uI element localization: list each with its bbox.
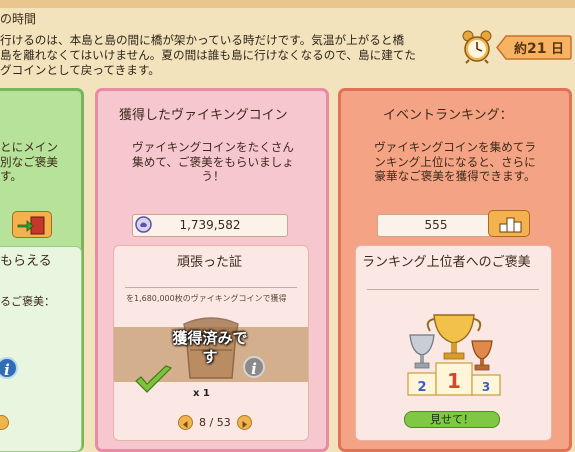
podium-second-label: 2 (417, 380, 426, 395)
transfer-button[interactable] (12, 211, 52, 238)
coin-reward-quantity: x 1 (193, 388, 210, 399)
event-title: の時間 (0, 12, 37, 26)
main-reward-description: とにメイン 別なご褒美 す。 (0, 140, 58, 184)
ranking-card-description: ヴァイキングコインを集めてラ ンキング上位になると、さらに 豪華なご褒美を獲得で… (356, 140, 554, 184)
rank-field: 555 (377, 214, 495, 237)
main-reward-description-line: す。 (0, 169, 23, 183)
event-description: 行けるのは、本島と島の間に橋が架かっている時だけです。気温が上がると橋 島を離れ… (0, 33, 452, 78)
main-reward-subpanel-title: もらえる (0, 254, 52, 269)
event-description-line: 行けるのは、本島と島の間に橋が架かっている時だけです。気温が上がると橋 (0, 33, 405, 47)
coin-reward-title: 頑張った証 (177, 255, 243, 270)
ranking-reward-divider (367, 289, 539, 290)
alarm-clock-icon (462, 30, 492, 64)
trophy-podium-icon: 2 1 3 (407, 314, 501, 396)
days-prefix: 約 (514, 42, 528, 57)
days-value: 21 (527, 41, 547, 57)
ranking-card-title: イベントランキング： (383, 108, 513, 123)
rank-value: 555 (424, 218, 448, 232)
exit-door-icon (17, 216, 45, 235)
coin-total-field: 1,739,582 (132, 214, 288, 237)
coin-total-value: 1,739,582 (179, 218, 241, 232)
coin-card-description-line: う！ (201, 169, 225, 183)
ranking-card-description-line: ンキング上位になると、さらに (374, 154, 536, 169)
ranking-reward-title: ランキング上位者へのご褒美 (362, 255, 531, 270)
arrow-right-icon (242, 421, 247, 428)
checkmark-icon (135, 365, 173, 393)
next-reward-button[interactable] (237, 415, 252, 430)
main-reward-subpanel-text: るご褒美： (0, 295, 55, 308)
main-reward-subpanel (0, 246, 82, 452)
coin-reward-info-icon[interactable]: i (243, 356, 265, 378)
podium-third-label: 3 (482, 380, 490, 394)
coin-card-description: ヴァイキングコインをたくさん 集めて、ご褒美をもらいましょ う！ (115, 140, 311, 184)
top-bar (0, 0, 575, 8)
event-description-line: グコインとして戻ってきます。 (0, 63, 160, 77)
arrow-left-icon (183, 421, 188, 428)
ranking-card-description-line: 豪華なご褒美を獲得できます。 (374, 169, 536, 183)
show-rewards-button[interactable]: 見せて！ (404, 411, 500, 428)
main-reward-description-line: 別なご褒美 (0, 154, 58, 169)
podium-icon (499, 217, 522, 233)
viking-coin-icon (135, 216, 152, 233)
reward-pager: 8 / 53 (199, 416, 231, 429)
podium-first-label: 1 (447, 369, 461, 393)
ranking-list-button[interactable] (488, 210, 530, 237)
coin-reward-divider (125, 287, 297, 288)
event-description-line: 島を離れなくてはいけません。夏の間は誰も島に行けなくなるので、島に建てた (0, 48, 416, 62)
coin-reward-requirement: を1,680,000枚のヴァイキングコインで獲得 (126, 294, 287, 303)
days-remaining-text: 約21 日 (514, 38, 564, 57)
coin-card-title: 獲得したヴァイキングコイン (119, 108, 288, 123)
coin-reward-status-line: 獲得済みで (172, 329, 248, 347)
coin-card-description-line: ヴァイキングコインをたくさん (132, 140, 294, 154)
coin-card-description-line: 集めて、ご褒美をもらいましょ (132, 154, 294, 169)
main-reward-description-line: とにメイン (0, 140, 58, 154)
days-suffix: 日 (551, 42, 565, 57)
ranking-card-description-line: ヴァイキングコインを集めてラ (374, 140, 536, 154)
previous-reward-button[interactable] (178, 415, 193, 430)
